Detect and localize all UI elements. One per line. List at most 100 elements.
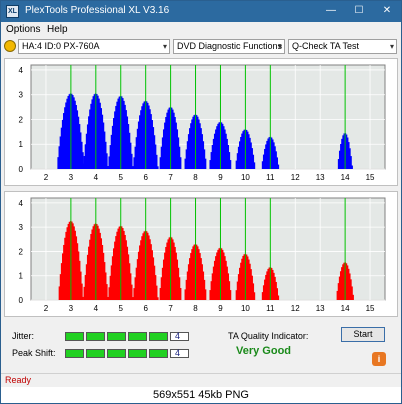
function-select[interactable]: DVD Diagnostic Functions ▾: [173, 39, 285, 54]
jitter-meter: [65, 332, 189, 341]
toolbar: HA:4 ID:0 PX-760A ▾ DVD Diagnostic Funct…: [1, 38, 401, 56]
maximize-button[interactable]: ☐: [345, 1, 373, 22]
jitter-chart-bar: [351, 165, 353, 169]
jitter-chart-x-tick-label: 14: [341, 173, 350, 182]
peak-shift-chart-bar: [204, 289, 207, 300]
peak-shift-chart-x-tick-label: 10: [241, 304, 250, 313]
menu-options[interactable]: Options: [6, 24, 40, 35]
jitter-chart-bar: [253, 162, 256, 169]
jitter-chart-x-tick-label: 5: [119, 173, 124, 182]
jitter-meter-segment: [107, 332, 126, 341]
jitter-meter-segment: [65, 332, 84, 341]
jitter-chart-panel: 0 1 2 3 4 2 3 4 5 6 7 8 9 10 11 12 13 14 15: [4, 58, 398, 186]
peak-shift-chart-bar: [277, 295, 280, 300]
peak-shift-chart-y-tick-label: 0: [19, 296, 24, 305]
jitter-chart-x-tick-label: 13: [316, 173, 325, 182]
peak-shift-chart-x-tick-label: 3: [69, 304, 74, 313]
peak-shift-chart-x-tick-label: 9: [218, 304, 223, 313]
image-caption: 569x551 45kb PNG: [1, 387, 401, 403]
peak-shift-chart-x-tick-label: 13: [316, 304, 325, 313]
chevron-down-icon: ▾: [162, 42, 167, 51]
app-window: XL PlexTools Professional XL V3.16 — ☐ ✕…: [0, 0, 402, 404]
status-bar: Ready: [1, 373, 401, 387]
status-text: Ready: [5, 375, 32, 385]
peak-shift-chart-x-tick-label: 7: [168, 304, 173, 313]
peak-shift-chart-bar: [352, 294, 354, 300]
peak-shift-chart-bar: [179, 288, 182, 300]
jitter-chart-y-tick-label: 3: [19, 91, 24, 100]
peak-shift-chart-x-tick-label: 12: [291, 304, 300, 313]
title-bar: XL PlexTools Professional XL V3.16 — ☐ ✕: [1, 1, 401, 22]
peak-shift-chart-bar: [253, 292, 256, 300]
jitter-chart-bar: [204, 158, 207, 169]
results-panel: Jitter: 4 Peak Shift: 4 TA Quality Indic…: [4, 321, 398, 371]
jitter-chart-x-tick-label: 11: [266, 173, 275, 182]
peak-shift-chart-x-tick-label: 4: [94, 304, 99, 313]
jitter-chart-plot-area: [30, 64, 386, 170]
peak-shift-chart-bar: [82, 296, 84, 300]
drive-select[interactable]: HA:4 ID:0 PX-760A ▾: [18, 39, 170, 54]
peak-shift-chart-y-tick-label: 1: [19, 272, 24, 281]
jitter-meter-segment: [86, 332, 105, 341]
jitter-chart-y-tick-label: 1: [19, 140, 24, 149]
peak-shift-chart-bar: [229, 290, 232, 300]
jitter-chart-x-tick-label: 4: [94, 173, 99, 182]
jitter-value: 4: [175, 331, 181, 341]
menu-bar: Options Help: [1, 22, 401, 37]
peak-shift-chart-x-tick-label: 6: [143, 304, 148, 313]
peak-shift-meter-segment: [107, 349, 126, 358]
peak-shift-chart-bar: [107, 296, 109, 300]
peak-shift-chart-x-tick-label: 2: [44, 304, 49, 313]
jitter-chart-x-tick-label: 12: [291, 173, 300, 182]
jitter-chart-x-tick-label: 2: [44, 173, 49, 182]
chevron-down-icon: ▾: [389, 42, 394, 51]
ta-quality-label: TA Quality Indicator:: [228, 331, 309, 341]
jitter-chart-x-tick-label: 3: [69, 173, 74, 182]
peak-shift-chart-y-tick-label: 3: [19, 223, 24, 232]
app-icon: XL: [6, 5, 19, 18]
jitter-chart-x-tick-label: 7: [168, 173, 173, 182]
jitter-chart-x-tick-label: 9: [218, 173, 223, 182]
jitter-chart-bar: [229, 160, 232, 169]
close-button[interactable]: ✕: [373, 1, 401, 22]
test-select[interactable]: Q-Check TA Test ▾: [288, 39, 397, 54]
peak-shift-meter-segment: [86, 349, 105, 358]
peak-shift-chart-x-tick-label: 8: [193, 304, 198, 313]
jitter-chart-x-tick-label: 15: [366, 173, 375, 182]
peak-shift-chart-panel: 0 1 2 3 4 2 3 4 5 6 7 8 9 10 11 12 13 14 15: [4, 191, 398, 317]
jitter-chart-x-tick-label: 6: [143, 173, 148, 182]
peak-shift-chart-y-tick-label: 2: [19, 247, 24, 256]
jitter-chart-bar: [277, 164, 280, 169]
peak-shift-meter-segment: [65, 349, 84, 358]
test-select-value: Q-Check TA Test: [292, 41, 360, 51]
peak-shift-chart: 012342 3 4 5 6 7 8 9 10 11 12 13 14 15: [19, 197, 386, 313]
jitter-chart-y-tick-label: 2: [19, 115, 24, 124]
info-icon[interactable]: i: [372, 352, 386, 366]
jitter-chart-bar: [107, 166, 109, 169]
peak-shift-chart-x-tick-label: 11: [266, 304, 275, 313]
peak-shift-chart-x-tick-label: 15: [366, 304, 375, 313]
jitter-chart-x-tick-label: 10: [241, 173, 250, 182]
jitter-chart-x-tick-label: 8: [193, 173, 198, 182]
jitter-meter-segment: [128, 332, 147, 341]
jitter-chart-bar: [156, 166, 159, 169]
start-button[interactable]: Start: [341, 327, 385, 342]
function-select-value: DVD Diagnostic Functions: [177, 41, 283, 51]
jitter-meter-segment: [149, 332, 168, 341]
peak-shift-meter: [65, 349, 189, 358]
peak-shift-chart-bar: [156, 297, 159, 300]
jitter-chart-y-tick-label: 4: [19, 66, 24, 75]
peak-shift-chart-x-tick-label: 14: [341, 304, 350, 313]
peak-shift-label: Peak Shift:: [12, 348, 56, 358]
jitter-chart-y-tick-label: 0: [19, 165, 24, 174]
jitter-chart-bar: [179, 157, 182, 169]
disc-icon: [4, 40, 16, 52]
jitter-chart: 012342 3 4 5 6 7 8 9 10 11 12 13 14 15: [19, 64, 386, 182]
peak-shift-value: 4: [175, 348, 181, 358]
window-title: PlexTools Professional XL V3.16: [25, 5, 170, 16]
peak-shift-meter-segment: [128, 349, 147, 358]
menu-help[interactable]: Help: [47, 24, 68, 35]
minimize-button[interactable]: —: [317, 1, 345, 22]
peak-shift-chart-x-tick-label: 5: [119, 304, 124, 313]
chevron-down-icon: ▾: [277, 42, 282, 51]
